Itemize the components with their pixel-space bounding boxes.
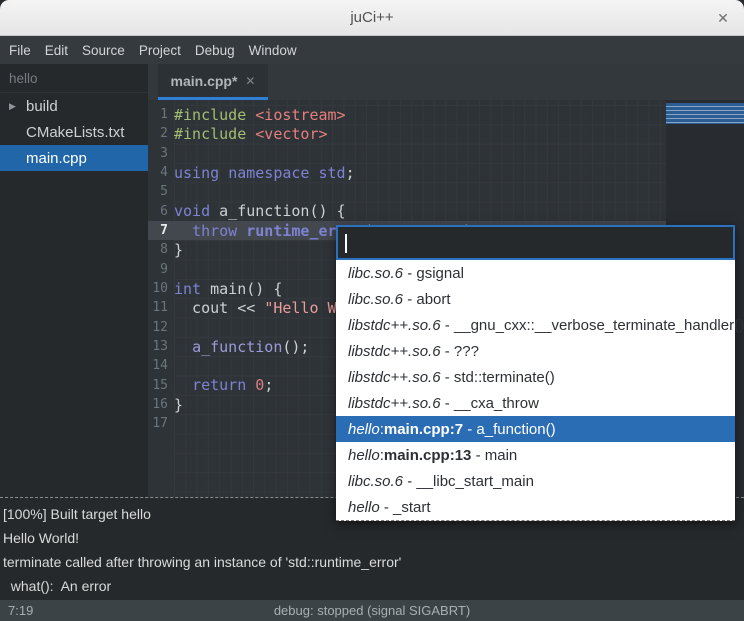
- stacktrace-filter-input[interactable]: [348, 231, 728, 255]
- line-number: 13: [148, 339, 174, 354]
- project-name: hello: [0, 64, 148, 93]
- tree-item-label: main.cpp: [26, 150, 87, 167]
- line-number: 1: [148, 107, 174, 122]
- stacktrace-row[interactable]: libc.so.6 - __libc_start_main: [336, 468, 735, 494]
- menu-item-debug[interactable]: Debug: [188, 36, 242, 64]
- menu-item-window[interactable]: Window: [242, 36, 304, 64]
- code-text: return 0;: [174, 376, 273, 394]
- debug-status: debug: stopped (signal SIGABRT): [0, 603, 744, 618]
- code-line[interactable]: 4using namespace std;: [148, 163, 666, 182]
- line-number: 15: [148, 378, 174, 393]
- stacktrace-row[interactable]: hello:main.cpp:7 - a_function(): [336, 416, 735, 442]
- line-number: 17: [148, 416, 174, 431]
- stacktrace-row[interactable]: hello - _start: [336, 494, 735, 520]
- code-line[interactable]: 6void a_function() {: [148, 202, 666, 221]
- code-line[interactable]: 3: [148, 144, 666, 163]
- line-number: 2: [148, 126, 174, 141]
- code-text: }: [174, 396, 183, 414]
- code-text: a_function();: [174, 338, 309, 356]
- stacktrace-popup: libc.so.6 - gsignallibc.so.6 - abortlibs…: [336, 225, 735, 521]
- menu-item-edit[interactable]: Edit: [38, 36, 75, 64]
- window-title: juCi++: [0, 9, 744, 26]
- close-icon[interactable]: ✕: [712, 8, 734, 28]
- output-line: terminate called after throwing an insta…: [3, 550, 741, 574]
- tab-close-icon[interactable]: ✕: [245, 74, 255, 88]
- menu-item-file[interactable]: File: [2, 36, 38, 64]
- stacktrace-row[interactable]: libstdc++.so.6 - __cxa_throw: [336, 390, 735, 416]
- tree-item-main-cpp[interactable]: main.cpp: [0, 145, 148, 171]
- line-number: 12: [148, 320, 174, 335]
- line-number: 6: [148, 204, 174, 219]
- line-number: 8: [148, 242, 174, 257]
- code-line[interactable]: 5: [148, 182, 666, 201]
- status-bar: 7:19 debug: stopped (signal SIGABRT): [0, 600, 744, 621]
- stacktrace-row[interactable]: hello:main.cpp:13 - main: [336, 442, 735, 468]
- line-number: 4: [148, 165, 174, 180]
- line-number: 7: [148, 223, 174, 238]
- tab-label: main.cpp*: [171, 73, 238, 89]
- stacktrace-row[interactable]: libstdc++.so.6 - ???: [336, 338, 735, 364]
- stacktrace-list: libc.so.6 - gsignallibc.so.6 - abortlibs…: [336, 260, 735, 521]
- output-line: Hello World!: [3, 526, 741, 550]
- output-line: what(): An error: [3, 574, 741, 598]
- line-number: 11: [148, 300, 174, 315]
- juci-window: juCi++ ✕ FileEditSourceProjectDebugWindo…: [0, 0, 744, 621]
- text-cursor: [345, 234, 347, 253]
- tree-item-build[interactable]: ▶ build: [0, 93, 148, 119]
- tree-item-label: build: [26, 98, 58, 115]
- stacktrace-row[interactable]: libstdc++.so.6 - __gnu_cxx::__verbose_te…: [336, 312, 735, 338]
- line-number: 16: [148, 397, 174, 412]
- code-text: int main() {: [174, 280, 282, 298]
- tree-item-cmakelists-txt[interactable]: CMakeLists.txt: [0, 119, 148, 145]
- line-number: 10: [148, 281, 174, 296]
- code-text: #include <vector>: [174, 125, 328, 143]
- expander-icon[interactable]: ▶: [9, 101, 16, 112]
- menu-bar: FileEditSourceProjectDebugWindow: [0, 36, 744, 64]
- stacktrace-row[interactable]: libc.so.6 - abort: [336, 286, 735, 312]
- tab-main-cpp[interactable]: main.cpp* ✕: [158, 64, 268, 100]
- code-text: }: [174, 241, 183, 259]
- line-number: 3: [148, 146, 174, 161]
- stacktrace-row[interactable]: libc.so.6 - gsignal: [336, 260, 735, 286]
- code-text: #include <iostream>: [174, 106, 346, 124]
- code-line[interactable]: 2#include <vector>: [148, 124, 666, 143]
- line-number: 14: [148, 358, 174, 373]
- stacktrace-row[interactable]: libstdc++.so.6 - std::terminate(): [336, 364, 735, 390]
- file-tree: ▶ build CMakeLists.txt main.cpp: [0, 93, 148, 171]
- minimap-viewport[interactable]: [666, 103, 744, 124]
- menu-item-project[interactable]: Project: [132, 36, 188, 64]
- line-number: 5: [148, 184, 174, 199]
- code-text: cout << "Hello W: [174, 299, 337, 317]
- tree-item-label: CMakeLists.txt: [26, 124, 124, 141]
- stacktrace-filter: [336, 225, 735, 260]
- code-text: void a_function() {: [174, 202, 346, 220]
- code-text: using namespace std;: [174, 164, 355, 182]
- tab-bar: main.cpp* ✕: [148, 64, 744, 100]
- code-line[interactable]: 1#include <iostream>: [148, 105, 666, 124]
- title-bar: juCi++ ✕: [0, 0, 744, 36]
- file-tree-sidebar: hello ▶ build CMakeLists.txt main.cpp: [0, 64, 148, 497]
- line-number: 9: [148, 262, 174, 277]
- menu-item-source[interactable]: Source: [75, 36, 132, 64]
